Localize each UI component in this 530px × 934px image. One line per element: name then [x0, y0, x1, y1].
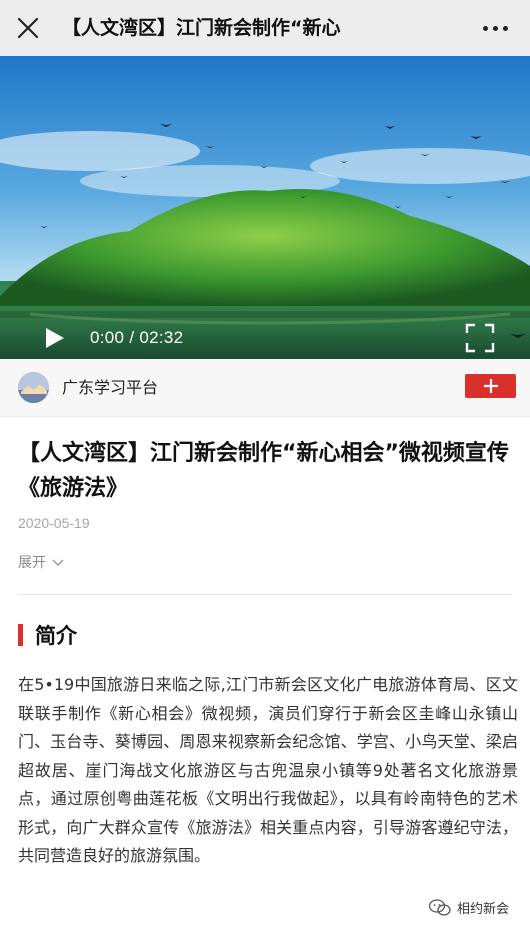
plus-icon [483, 379, 498, 393]
fullscreen-icon[interactable] [465, 323, 495, 353]
wechat-icon [429, 898, 451, 916]
account-row[interactable]: 广东学习平台 [0, 359, 530, 417]
publish-date: 2020-05-19 [18, 515, 90, 531]
account-name[interactable]: 广东学习平台 [62, 377, 158, 399]
video-player[interactable]: 0:00 / 02:32 [0, 56, 530, 359]
section-title: 简介 [35, 624, 77, 648]
expand-button[interactable]: 展开 [18, 553, 64, 573]
divider [18, 594, 512, 595]
video-controls: 0:00 / 02:32 [0, 318, 530, 358]
article-headline: 【人文湾区】江门新会制作“新心相会”微视频宣传《旅游法》 [18, 441, 509, 501]
close-icon[interactable] [0, 0, 56, 56]
watermark-text: 相约新会 [457, 902, 510, 917]
expand-label: 展开 [18, 555, 46, 571]
video-thumbnail [0, 56, 530, 359]
time-separator: / [129, 328, 135, 347]
page-title: 【人文湾区】江门新会制作“新心 [62, 17, 341, 39]
play-icon[interactable] [42, 326, 66, 350]
video-time: 0:00 / 02:32 [90, 326, 183, 350]
chevron-down-icon [52, 559, 64, 567]
top-bar: 【人文湾区】江门新会制作“新心 [0, 0, 530, 56]
section-heading: 简介 [18, 620, 77, 650]
add-button[interactable] [465, 374, 516, 398]
watermark: 相约新会 [429, 898, 509, 917]
more-dots-icon[interactable] [470, 0, 520, 56]
article-body: 在5•19中国旅游日来临之际,江门市新会区文化广电旅游体育局、区文联联手制作《新… [18, 675, 518, 865]
duration: 02:32 [139, 328, 184, 347]
avatar[interactable] [18, 372, 49, 403]
current-time: 0:00 [90, 328, 125, 347]
section-accent-bar [18, 624, 23, 646]
